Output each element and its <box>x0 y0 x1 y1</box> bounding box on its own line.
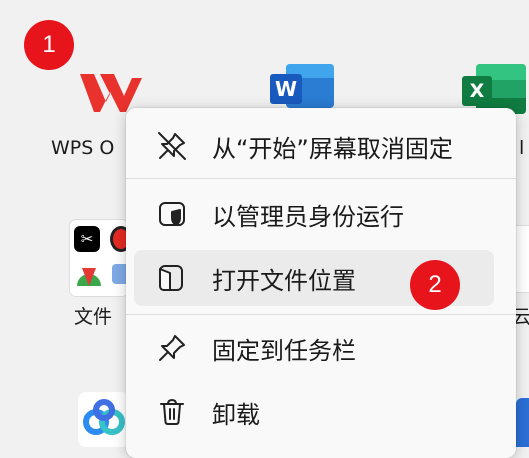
menu-label-open-file-location: 打开文件位置 <box>212 266 356 295</box>
open-folder-icon <box>156 262 188 294</box>
menu-label-uninstall: 卸载 <box>212 400 260 429</box>
menu-item-uninstall[interactable]: 卸载 <box>134 384 494 440</box>
step-badge-1: 1 <box>24 20 74 70</box>
cloud-app-icon[interactable] <box>78 392 130 447</box>
menu-separator <box>126 178 516 179</box>
menu-label-unpin: 从“开始”屏幕取消固定 <box>212 134 453 163</box>
unpin-icon <box>156 130 188 162</box>
excel-label-fragment: l <box>519 137 525 159</box>
app-folder-tile[interactable]: ✂ <box>70 220 128 296</box>
wps-office-label[interactable]: WPS O <box>51 137 114 159</box>
step-badge-2: 2 <box>410 260 460 310</box>
menu-label-run-as-admin: 以管理员身份运行 <box>212 202 404 231</box>
folder-label[interactable]: 文件 <box>74 302 112 329</box>
menu-separator <box>126 314 516 315</box>
gauge-icon <box>77 268 101 286</box>
capcut-icon: ✂ <box>74 226 100 252</box>
word-icon[interactable]: W <box>270 64 334 108</box>
pin-icon <box>156 332 188 364</box>
trash-icon <box>156 396 188 428</box>
menu-item-unpin-from-start[interactable]: 从“开始”屏幕取消固定 <box>134 118 494 174</box>
shield-run-icon <box>156 198 188 230</box>
menu-item-pin-to-taskbar[interactable]: 固定到任务栏 <box>134 320 494 376</box>
menu-item-run-as-admin[interactable]: 以管理员身份运行 <box>134 186 494 242</box>
excel-icon[interactable]: X <box>462 64 526 114</box>
menu-label-pin-to-taskbar: 固定到任务栏 <box>212 336 356 365</box>
bottom-right-tile[interactable] <box>516 398 529 447</box>
